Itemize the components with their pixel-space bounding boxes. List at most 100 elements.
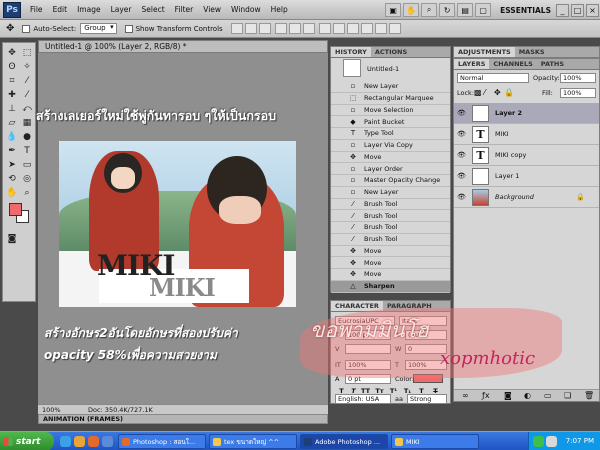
launch-bridge-icon[interactable]: ▣ <box>385 3 402 17</box>
3d-orbit-icon[interactable]: ◎ <box>20 173 34 185</box>
history-step[interactable]: ✥ Move <box>331 246 450 258</box>
task-text-file[interactable]: tex ขนาดใหญ่ ^^ <box>209 434 297 449</box>
history-step[interactable]: △ Sharpen <box>331 280 450 293</box>
history-step[interactable]: ▫ Layer Via Copy <box>331 140 450 152</box>
distribute-bottom-icon[interactable] <box>346 23 359 34</box>
distribute-right-icon[interactable] <box>388 23 401 34</box>
zoom-level[interactable]: 100% <box>42 406 61 414</box>
history-step[interactable]: ◆ Paint Bucket <box>331 116 450 128</box>
align-middle-icon[interactable] <box>244 23 257 34</box>
start-button[interactable]: start <box>0 432 54 450</box>
lock-all-icon[interactable]: 🔒 <box>504 88 514 97</box>
menu-file[interactable]: File <box>25 5 48 14</box>
task-firefox[interactable]: Photoshop : สอนใ... <box>118 434 206 449</box>
healing-brush-icon[interactable]: ✚ <box>5 89 19 101</box>
tab-channels[interactable]: CHANNELS <box>489 59 536 69</box>
antialias-select[interactable]: Strong <box>407 394 447 404</box>
visibility-eye-icon[interactable]: 👁 <box>457 172 469 180</box>
history-step[interactable]: ⁄ Brush Tool <box>331 210 450 222</box>
type-icon[interactable]: T <box>20 145 34 157</box>
layer-style-icon[interactable]: ƒx <box>482 391 490 400</box>
animation-panel[interactable]: ANIMATION (FRAMES) <box>38 414 328 424</box>
maximize-button[interactable]: □ <box>571 3 584 17</box>
quicklaunch-ie-icon[interactable] <box>60 436 71 447</box>
document-tab[interactable]: Untitled-1 @ 100% (Layer 2, RGB/8) * <box>38 40 328 53</box>
history-step[interactable]: ⬚ Rectangular Marquee <box>331 93 450 105</box>
history-brush-icon[interactable]: ⤺ <box>20 103 34 115</box>
history-step[interactable]: T Type Tool <box>331 128 450 140</box>
crop-icon[interactable]: ⌗ <box>5 75 19 87</box>
menu-image[interactable]: Image <box>72 5 106 14</box>
hand-tool-icon[interactable]: ✋ <box>403 3 420 17</box>
auto-select-dropdown[interactable]: Group <box>80 23 117 34</box>
tray-volume-icon[interactable] <box>546 436 557 447</box>
quicklaunch-desktop-icon[interactable] <box>74 436 85 447</box>
menu-help[interactable]: Help <box>266 5 293 14</box>
gradient-icon[interactable]: ▦ <box>20 117 34 129</box>
menu-window[interactable]: Window <box>226 5 266 14</box>
history-step[interactable]: ⁄ Brush Tool <box>331 222 450 234</box>
tab-paths[interactable]: PATHS <box>537 59 568 69</box>
language-select[interactable]: English: USA <box>335 394 391 404</box>
visibility-eye-icon[interactable]: 👁 <box>457 151 469 159</box>
menu-view[interactable]: View <box>198 5 226 14</box>
visibility-eye-icon[interactable]: 👁 <box>457 193 469 201</box>
trash-icon[interactable]: 🗑 <box>584 391 594 400</box>
path-selection-icon[interactable]: ➤ <box>5 159 19 171</box>
history-step[interactable]: ✥ Move <box>331 269 450 281</box>
hand-icon[interactable]: ✋ <box>5 187 19 199</box>
screen-mode-icon[interactable]: ▢ <box>475 3 492 17</box>
layer-row[interactable]: 👁 T MIKI <box>454 124 599 145</box>
menu-select[interactable]: Select <box>137 5 170 14</box>
visibility-eye-icon[interactable]: 👁 <box>457 130 469 138</box>
align-center-icon[interactable] <box>288 23 301 34</box>
pen-icon[interactable]: ✒ <box>5 145 19 157</box>
tab-layers[interactable]: LAYERS <box>454 59 490 69</box>
move-tool-icon[interactable]: ✥ <box>6 23 14 34</box>
tab-history[interactable]: HISTORY <box>331 47 371 57</box>
add-mask-icon[interactable]: ◙ <box>504 391 512 400</box>
history-step[interactable]: ⁄ Brush Tool <box>331 199 450 211</box>
task-miki-folder[interactable]: MIKI <box>391 434 479 449</box>
fill-field[interactable]: 100% <box>560 88 596 98</box>
history-step[interactable]: ✥ Move <box>331 257 450 269</box>
lock-transparent-icon[interactable]: ▩ <box>474 88 482 97</box>
tab-masks[interactable]: MASKS <box>515 47 549 57</box>
task-photoshop[interactable]: Adobe Photoshop ... <box>300 434 388 449</box>
new-layer-icon[interactable]: ❏ <box>564 391 571 400</box>
animation-tab[interactable]: ANIMATION (FRAMES) <box>43 415 123 423</box>
rotate-view-icon[interactable]: ↻ <box>439 3 456 17</box>
align-top-icon[interactable] <box>230 23 243 34</box>
menu-layer[interactable]: Layer <box>106 5 137 14</box>
marquee-icon[interactable]: ⬚ <box>20 47 34 59</box>
arrange-documents-icon[interactable]: ▤ <box>457 3 474 17</box>
tab-actions[interactable]: ACTIONS <box>371 47 411 57</box>
blend-mode-select[interactable]: Normal <box>457 73 529 83</box>
lock-image-icon[interactable]: ⁄ <box>484 88 485 97</box>
tab-adjustments[interactable]: ADJUSTMENTS <box>454 47 515 57</box>
history-step[interactable]: ⁄ Brush Tool <box>331 234 450 246</box>
align-left-icon[interactable] <box>274 23 287 34</box>
quicklaunch-media-icon[interactable] <box>102 436 113 447</box>
blur-icon[interactable]: 💧 <box>5 131 19 143</box>
move-icon[interactable]: ✥ <box>5 47 19 59</box>
align-bottom-icon[interactable] <box>258 23 271 34</box>
menu-edit[interactable]: Edit <box>48 5 73 14</box>
opacity-field[interactable]: 100% <box>560 73 596 83</box>
adjustment-layer-icon[interactable]: ◐ <box>524 391 531 400</box>
show-transform-checkbox[interactable] <box>124 24 133 33</box>
workspace-switcher[interactable]: ESSENTIALS <box>500 6 551 15</box>
layer-row[interactable]: 👁 Layer 2 <box>454 103 599 124</box>
3d-rotate-icon[interactable]: ⟲ <box>5 173 19 185</box>
history-step[interactable]: ✥ Move <box>331 152 450 164</box>
distribute-middle-icon[interactable] <box>332 23 345 34</box>
tray-network-icon[interactable] <box>533 436 544 447</box>
visibility-eye-icon[interactable]: 👁 <box>457 109 469 117</box>
layer-row[interactable]: 👁 Background 🔒 <box>454 187 599 208</box>
link-layers-icon[interactable]: ∞ <box>462 391 469 400</box>
brush-icon[interactable]: ⁄ <box>20 89 34 101</box>
history-step[interactable]: ▫ New Layer <box>331 81 450 93</box>
quicklaunch-firefox-icon[interactable] <box>88 436 99 447</box>
shape-icon[interactable]: ▭ <box>20 159 34 171</box>
minimize-button[interactable]: _ <box>556 3 569 17</box>
